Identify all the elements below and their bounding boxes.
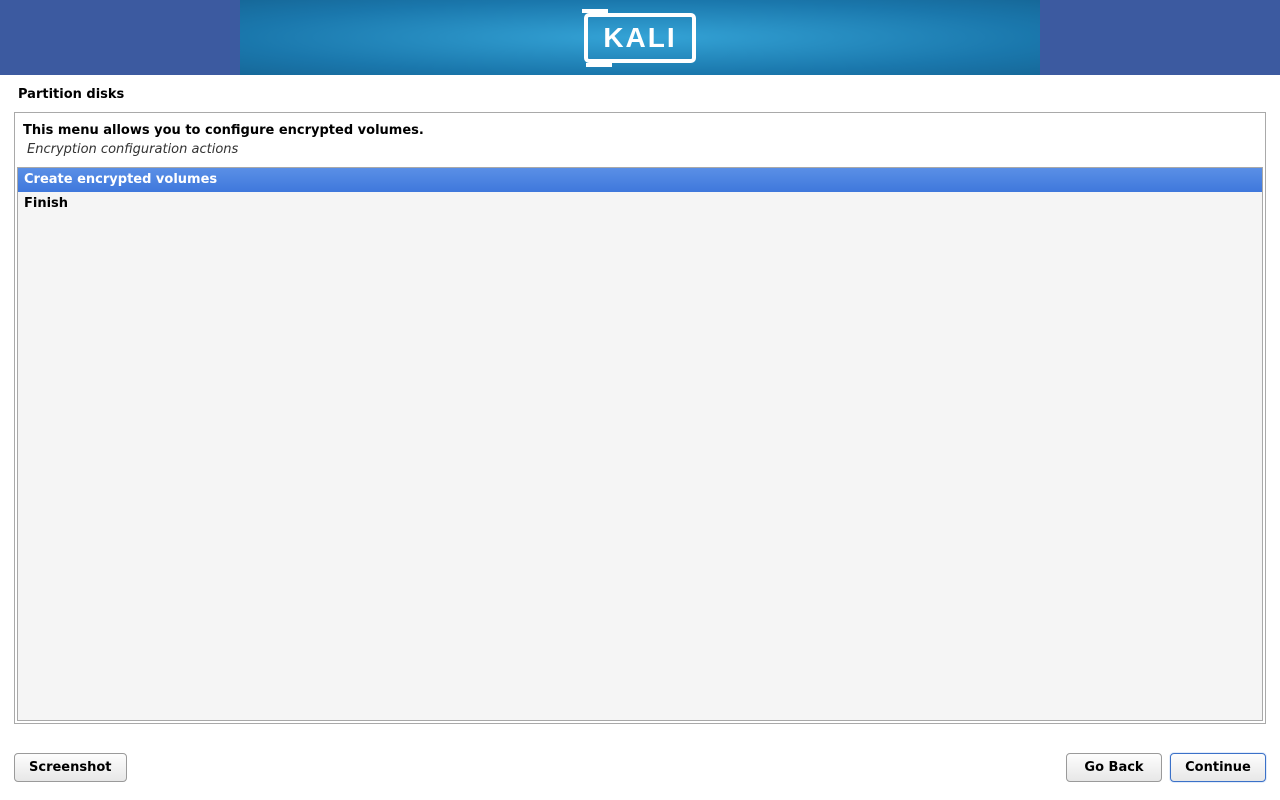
page-title: Partition disks [0, 75, 1280, 112]
option-create-encrypted-volumes[interactable]: Create encrypted volumes [18, 168, 1262, 192]
svg-text:KALI: KALI [603, 22, 676, 53]
footer-bar: Screenshot Go Back Continue [0, 746, 1280, 800]
main-frame: This menu allows you to configure encryp… [14, 112, 1266, 724]
screenshot-button[interactable]: Screenshot [14, 753, 127, 782]
instruction-text: This menu allows you to configure encryp… [15, 113, 1265, 140]
option-finish[interactable]: Finish [18, 192, 1262, 216]
subhead-text: Encryption configuration actions [15, 140, 1265, 163]
header-center: KALI [240, 0, 1040, 75]
options-listbox[interactable]: Create encrypted volumes Finish [17, 167, 1263, 721]
go-back-button[interactable]: Go Back [1066, 753, 1162, 782]
kali-logo-icon: KALI [582, 9, 698, 67]
header-bar: KALI [0, 0, 1280, 75]
continue-button[interactable]: Continue [1170, 753, 1266, 782]
